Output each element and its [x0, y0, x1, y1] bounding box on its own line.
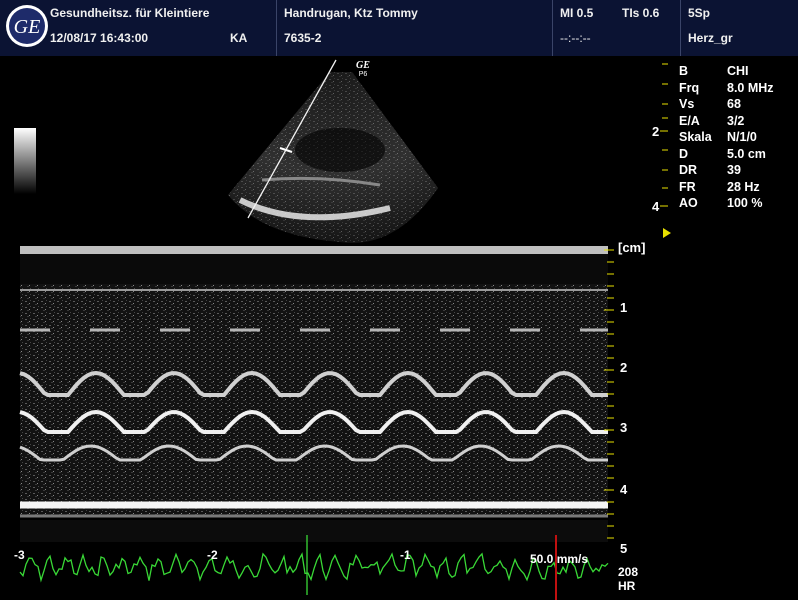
param-row: Skala N/1/0: [679, 129, 797, 146]
param-value: N/1/0: [727, 130, 757, 144]
parameter-list: B CHI Frq 8.0 MHz Vs 68 E/A 3/2 Skala N/1/0 D 5.0 c…: [679, 63, 797, 212]
m-depth-label-1: 1: [620, 300, 628, 315]
time-label-2: -2: [207, 548, 218, 562]
param-value: 68: [727, 97, 741, 111]
param-row: B CHI: [679, 63, 797, 80]
m-depth-label-5: 5: [620, 541, 628, 556]
param-row: FR 28 Hz: [679, 179, 797, 196]
param-key: Vs: [679, 97, 695, 111]
param-key: FR: [679, 179, 696, 194]
param-row: D 5.0 cm: [679, 146, 797, 163]
param-value: 100 %: [727, 196, 763, 210]
param-key: E/A: [679, 113, 700, 128]
param-key: DR: [679, 163, 698, 177]
param-row: DR 39: [679, 162, 797, 179]
sweep-speed: 50.0 mm/s: [530, 552, 589, 566]
param-key: Skala: [679, 130, 712, 144]
m-mode-panel: [19, 246, 608, 542]
b-mode-sector: [228, 72, 438, 243]
m-depth-label-4: 4: [620, 482, 628, 497]
time-label-1: -1: [400, 548, 411, 562]
param-row: E/A 3/2: [679, 113, 797, 130]
m-depth-label-2: 2: [620, 360, 628, 375]
heart-rate: 208 HR: [618, 565, 638, 593]
ecg-trace: [19, 552, 609, 583]
param-value: 39: [727, 163, 741, 177]
heart-rate-value: 208: [618, 565, 639, 579]
b-depth-label-4: 4: [652, 199, 660, 214]
param-row: AO 100 %: [679, 195, 797, 212]
param-key: AO: [679, 196, 698, 210]
time-label-3: -3: [14, 548, 25, 562]
param-key: Frq: [679, 80, 700, 95]
m-depth-label-3: 3: [620, 420, 628, 435]
param-value: 3/2: [727, 113, 745, 128]
b-depth-label-2: 2: [652, 124, 660, 139]
focus-marker-icon: [663, 228, 671, 238]
param-value: 5.0 cm: [727, 146, 766, 161]
param-value: 8.0 MHz: [727, 80, 774, 95]
probe-code: P6: [359, 71, 368, 78]
param-key: D: [679, 146, 689, 161]
param-row: Frq 8.0 MHz: [679, 80, 797, 97]
b-mode-depth-ruler: [660, 63, 668, 207]
m-mode-unit: [cm]: [618, 240, 646, 255]
param-value: CHI: [727, 64, 749, 78]
heart-rate-label: HR: [618, 579, 636, 593]
param-key: B: [679, 64, 689, 78]
probe-brand: GE: [356, 60, 370, 71]
param-row: Vs 68: [679, 96, 797, 113]
param-value: 28 Hz: [727, 179, 760, 194]
